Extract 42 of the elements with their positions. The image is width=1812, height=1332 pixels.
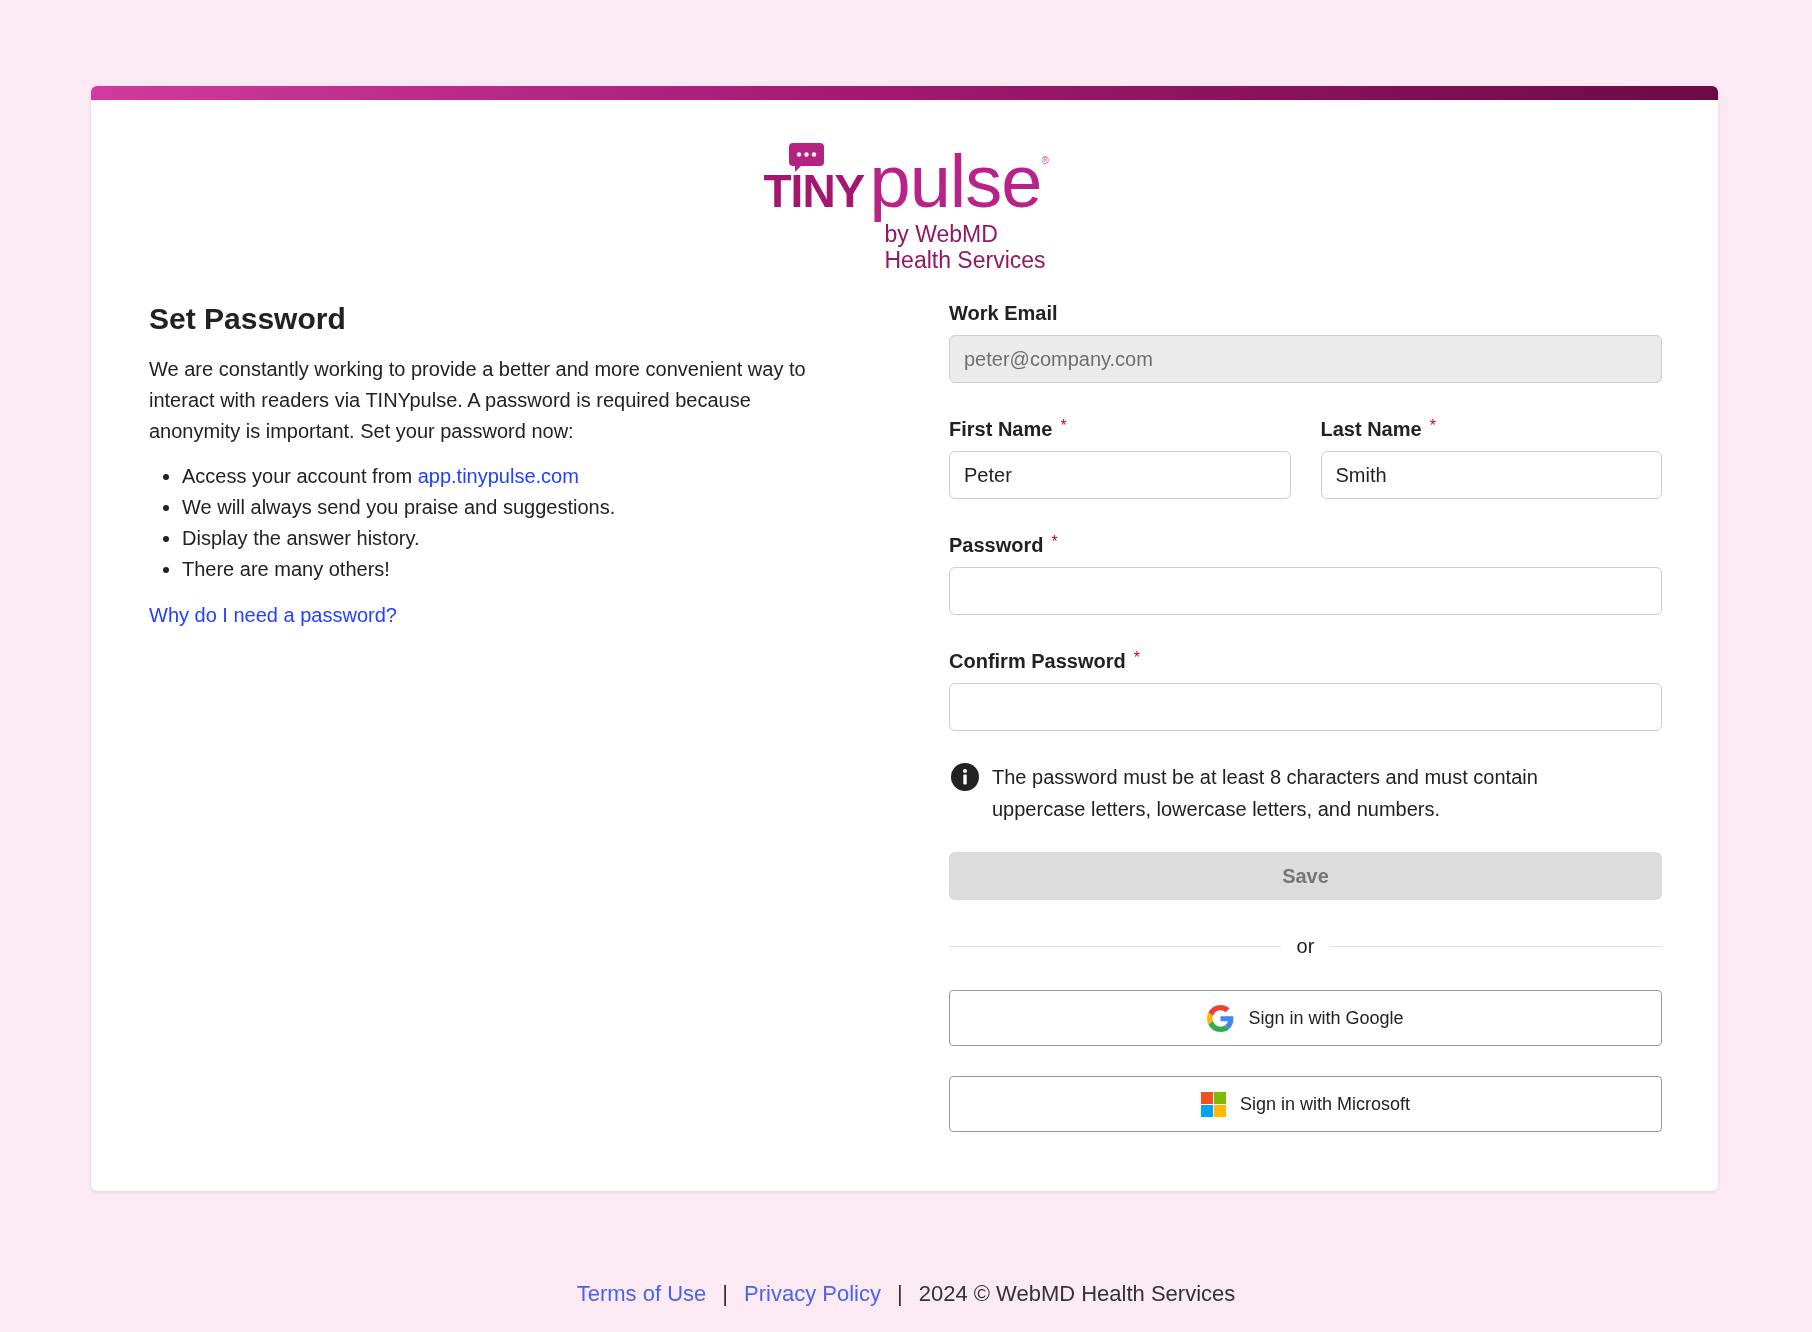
help-link[interactable]: Why do I need a password? [149,600,397,630]
input-field[interactable]: Peter [949,451,1291,499]
field-label: First Name [949,417,1053,442]
required-mark: * [1133,648,1140,668]
bullet-text: Access your account from app.tinypulse.com [182,464,579,489]
footer-link[interactable]: Terms of Use [576,1279,707,1309]
registered-mark: ® [1041,155,1049,166]
input-field[interactable] [949,567,1662,615]
divider-text: or [1296,934,1315,959]
page-title: Set Password [149,301,346,337]
footer-link[interactable]: Privacy Policy [744,1279,881,1309]
app-link[interactable]: app.tinypulse.com [417,465,579,487]
bullet-text: There are many others! [182,557,390,582]
four-squares-logo-icon [1200,1091,1226,1117]
bullet-dot-icon [163,535,169,542]
password-hint: The password must be at least 8 characters and must contain uppercase letters, lowercase letters, and numbers. [992,765,1539,822]
info-icon [951,763,979,791]
input-field[interactable]: Smith [1320,451,1662,499]
microsoft-sign-in-button[interactable]: Sign in with Microsoft [949,1076,1662,1132]
g-logo-icon [1207,1004,1235,1032]
bullet-text: We will always send you praise and suggestions. [182,495,616,520]
google-sign-in-button[interactable]: Sign in with Google [949,990,1662,1046]
logo-wordmark: TINY [763,168,866,214]
required-mark: * [1429,416,1436,436]
logo-byline: by WebMD [884,221,998,247]
field-label: Work Email [949,301,1058,326]
bullet-dot-icon [163,473,169,480]
intro-paragraph: We are constantly working to provide a better and more convenient way to interact with readers via TINYpulse. A password is required because anonymity is important. Set your password now: [149,357,807,444]
bullet-dot-icon [163,566,169,573]
input-field[interactable] [949,683,1662,731]
chat-bubble-icon [788,143,824,172]
footer-separator: | [722,1280,729,1308]
required-mark: * [1060,416,1067,436]
footer-separator: | [896,1280,903,1308]
logo-byline: Health Services [884,247,1046,273]
field-label: Last Name [1320,417,1422,442]
field-label: Password [949,533,1044,558]
copyright-text: 2024 © WebMD Health Services [918,1280,1236,1308]
bullet-text: Display the answer history. [182,526,420,551]
field-label: Confirm Password [949,649,1126,674]
bullet-dot-icon [163,504,169,511]
required-mark: * [1051,532,1058,552]
